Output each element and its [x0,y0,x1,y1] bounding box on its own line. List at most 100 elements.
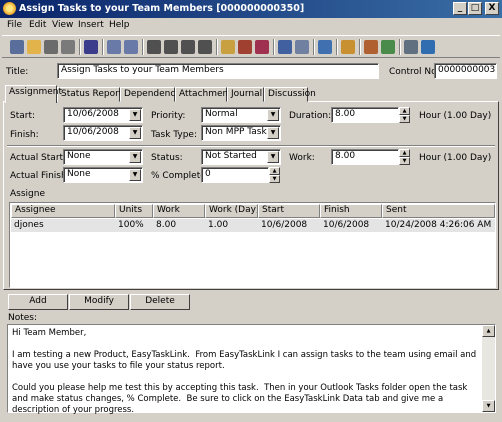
menu-edit[interactable]: Edit [29,20,46,30]
toolbar-separator [336,39,338,55]
calendar-icon[interactable] [238,40,252,54]
chevron-down-icon[interactable]: ▼ [267,151,279,163]
actual-finish-label: Actual Finish: [10,171,70,181]
menu-view[interactable]: View [52,20,73,30]
maximize-button[interactable]: □ [468,2,482,15]
menu-insert[interactable]: Insert [78,20,104,30]
col-header-start[interactable]: Start [258,204,320,218]
scroll-up-icon[interactable]: ▲ [482,325,495,337]
toolbar-separator [216,39,218,55]
work-spinner[interactable]: ▲ ▼ [399,149,410,165]
col-header-assignee[interactable]: Assignee [11,204,115,218]
tab-status-reports[interactable]: Status Reports [57,87,127,102]
tab-discussion[interactable]: Discussion [264,87,316,102]
assignee-grid[interactable]: Assignee Units Work Work (Day) Start Fin… [9,202,496,288]
priority-combo[interactable]: Normal ▼ [201,107,281,123]
cell-sent: 10/24/2008 4:26:06 AM [385,220,492,230]
actual-start-label: Actual Start: [10,153,67,163]
mail-icon[interactable] [278,40,292,54]
chart-icon[interactable] [255,40,269,54]
cell-assignee: djones [14,220,44,230]
back-icon[interactable] [164,40,178,54]
chevron-down-icon[interactable]: ▼ [129,151,141,163]
pct-spinner[interactable]: ▲ ▼ [269,167,280,183]
cell-finish: 10/6/2008 [323,220,370,230]
delete-button[interactable]: Delete [130,294,190,310]
title-bar[interactable]: Assign Tasks to your Team Members [00000… [0,0,502,18]
print-icon[interactable] [44,40,58,54]
work-unit: Hour (1.00 Day) [419,153,492,163]
start-date-value: 10/06/2008 [67,109,119,119]
grid-icon[interactable] [318,40,332,54]
attach-icon[interactable] [61,40,75,54]
minimize-button[interactable]: _ [453,2,467,15]
spin-up-icon[interactable]: ▲ [269,167,280,175]
undo-icon[interactable] [84,40,98,54]
note-icon[interactable] [341,40,355,54]
globe-icon[interactable] [381,40,395,54]
col-header-work[interactable]: Work [153,204,205,218]
spin-down-icon[interactable]: ▼ [399,157,410,165]
spin-down-icon[interactable]: ▼ [269,175,280,183]
stop-icon[interactable] [181,40,195,54]
scroll-down-icon[interactable]: ▼ [482,400,495,412]
notes-scrollbar[interactable]: ▲ ▼ [482,325,495,412]
title-input[interactable]: Assign Tasks to your Team Members [57,63,379,79]
finish-date-combo[interactable]: 10/06/2008 ▼ [63,125,143,141]
spin-up-icon[interactable]: ▲ [399,149,410,157]
work-input[interactable]: 8.00 [331,149,399,165]
chevron-down-icon[interactable]: ▼ [267,127,279,139]
move-next-icon[interactable] [124,40,138,54]
cell-work: 8.00 [156,220,177,230]
status-value: Not Started [205,151,257,161]
start-date-combo[interactable]: 10/06/2008 ▼ [63,107,143,123]
excel-icon[interactable] [421,40,435,54]
notes-textarea[interactable]: Hi Team Member, I am testing a new Produ… [7,324,496,415]
task-type-label: Task Type: [151,130,197,140]
spin-up-icon[interactable]: ▲ [399,107,410,115]
toolbar-separator [399,39,401,55]
chevron-down-icon[interactable]: ▼ [129,109,141,121]
chevron-down-icon[interactable]: ▼ [267,109,279,121]
col-header-units[interactable]: Units [115,204,153,218]
refresh-icon[interactable] [198,40,212,54]
tools-icon[interactable] [364,40,378,54]
task-type-combo[interactable]: Non MPP Task ▼ [201,125,281,141]
folder-icon[interactable] [404,40,418,54]
cell-work-day: 1.00 [208,220,229,230]
actual-finish-value: None [67,169,91,179]
menu-file[interactable]: File [7,20,22,30]
divider [7,145,495,147]
menu-help[interactable]: Help [109,20,130,30]
first-icon[interactable] [147,40,161,54]
add-button[interactable]: Add [8,294,68,310]
actual-start-combo[interactable]: None ▼ [63,149,143,165]
duration-spinner[interactable]: ▲ ▼ [399,107,410,123]
status-combo[interactable]: Not Started ▼ [201,149,281,165]
chevron-down-icon[interactable]: ▼ [129,127,141,139]
modify-button[interactable]: Modify [69,294,129,310]
col-header-finish[interactable]: Finish [320,204,382,218]
pct-complete-input[interactable]: 0 [201,167,269,183]
status-label: Status: [151,153,183,163]
toolbar-separator [359,39,361,55]
actual-start-value: None [67,151,91,161]
chevron-down-icon[interactable]: ▼ [129,169,141,181]
move-prev-icon[interactable] [107,40,121,54]
col-header-sent[interactable]: Sent [382,204,495,218]
tab-dependency[interactable]: Dependency [120,87,181,102]
actual-finish-combo[interactable]: None ▼ [63,167,143,183]
duration-input[interactable]: 8.00 [331,107,399,123]
col-header-work-day[interactable]: Work (Day) [205,204,258,218]
title-label: Title: [6,67,29,77]
close-button[interactable]: X [485,2,499,15]
tab-journal[interactable]: Journal [227,87,264,102]
tab-attachment[interactable]: Attachment [175,87,232,102]
envelope-icon[interactable] [295,40,309,54]
save-icon[interactable] [10,40,24,54]
tab-assignment[interactable]: Assignment [5,85,62,103]
spin-down-icon[interactable]: ▼ [399,115,410,123]
control-no-input[interactable]: 000000000350 [434,63,497,79]
pencil-icon[interactable] [221,40,235,54]
open-icon[interactable] [27,40,41,54]
